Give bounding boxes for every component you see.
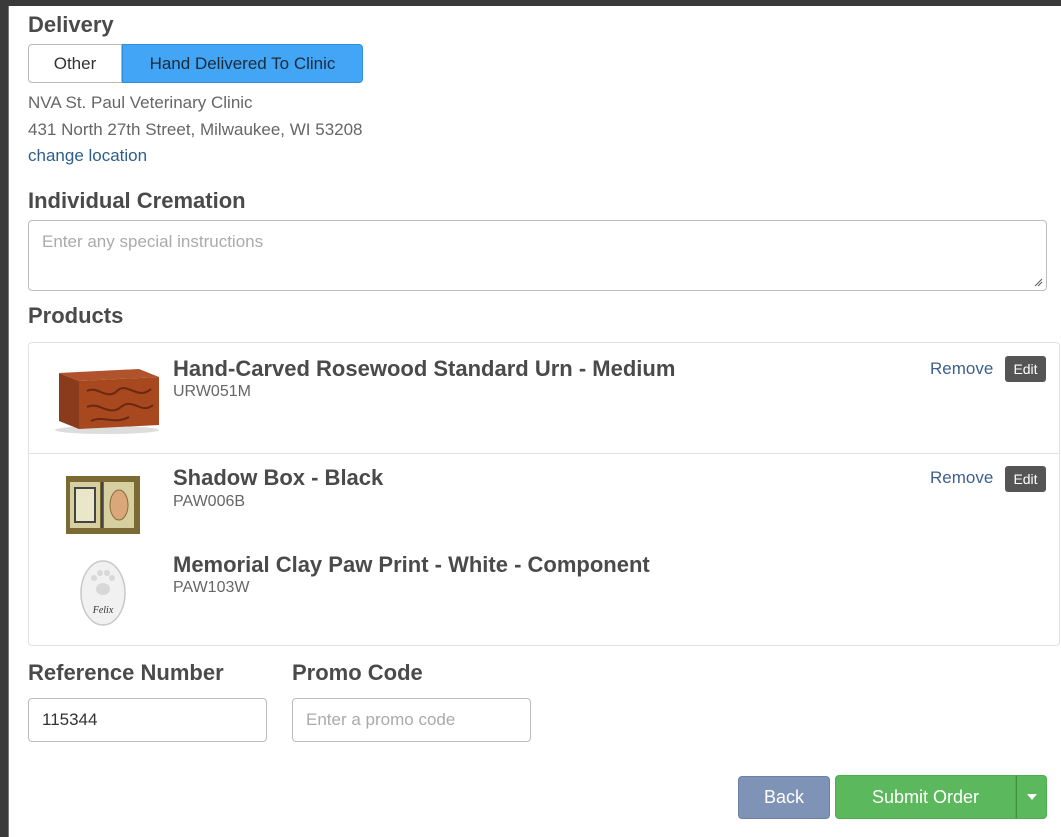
products-list: Hand-Carved Rosewood Standard Urn - Medi… bbox=[28, 342, 1060, 646]
product-sku: URW051M bbox=[173, 383, 251, 400]
shadow-box-image bbox=[66, 476, 140, 534]
caret-down-icon bbox=[1026, 794, 1037, 800]
clinic-address: 431 North 27th Street, Milwaukee, WI 532… bbox=[28, 120, 363, 139]
reference-number-label: Reference Number bbox=[28, 660, 224, 685]
edit-product-button[interactable]: Edit bbox=[1005, 466, 1046, 492]
back-button[interactable]: Back bbox=[738, 776, 830, 819]
rosewood-urn-image bbox=[55, 369, 159, 434]
row-divider bbox=[29, 453, 1059, 454]
delivery-method-toggle: Other Hand Delivered To Clinic bbox=[28, 44, 363, 83]
edit-product-button[interactable]: Edit bbox=[1005, 356, 1046, 382]
paw-print-icon bbox=[80, 560, 126, 626]
clinic-name: NVA St. Paul Veterinary Clinic bbox=[28, 93, 253, 112]
submit-dropdown-toggle[interactable] bbox=[1016, 775, 1047, 819]
paw-print-engraving: Felix bbox=[92, 605, 114, 616]
special-instructions-textarea[interactable]: Enter any special instructions bbox=[28, 220, 1047, 291]
promo-code-label: Promo Code bbox=[292, 660, 423, 685]
clay-paw-print-image: Felix bbox=[79, 559, 127, 627]
reference-number-value: 115344 bbox=[42, 710, 98, 729]
product-name: Hand-Carved Rosewood Standard Urn - Medi… bbox=[173, 356, 676, 381]
delivery-option-other[interactable]: Other bbox=[28, 44, 122, 83]
delivery-option-hand-delivered[interactable]: Hand Delivered To Clinic bbox=[122, 44, 363, 83]
order-form-panel: Delivery Other Hand Delivered To Clinic … bbox=[8, 6, 1061, 837]
resize-grip-icon[interactable] bbox=[1034, 278, 1043, 287]
delivery-heading: Delivery bbox=[28, 12, 114, 37]
remove-product-button[interactable]: Remove bbox=[930, 468, 993, 488]
products-heading: Products bbox=[28, 303, 124, 328]
remove-product-button[interactable]: Remove bbox=[930, 359, 993, 379]
product-name: Shadow Box - Black bbox=[173, 465, 384, 490]
promo-code-input[interactable]: Enter a promo code bbox=[292, 698, 531, 742]
product-sku: PAW103W bbox=[173, 579, 250, 596]
reference-number-input[interactable]: 115344 bbox=[28, 698, 267, 742]
submit-order-button[interactable]: Submit Order bbox=[835, 775, 1016, 819]
cremation-heading: Individual Cremation bbox=[28, 188, 246, 213]
change-location-link[interactable]: change location bbox=[28, 146, 147, 166]
product-sku: PAW006B bbox=[173, 493, 246, 510]
special-instructions-placeholder: Enter any special instructions bbox=[42, 232, 264, 251]
promo-code-placeholder: Enter a promo code bbox=[306, 710, 456, 729]
submit-order-split-button: Submit Order bbox=[835, 775, 1047, 819]
product-name: Memorial Clay Paw Print - White - Compon… bbox=[173, 552, 650, 577]
